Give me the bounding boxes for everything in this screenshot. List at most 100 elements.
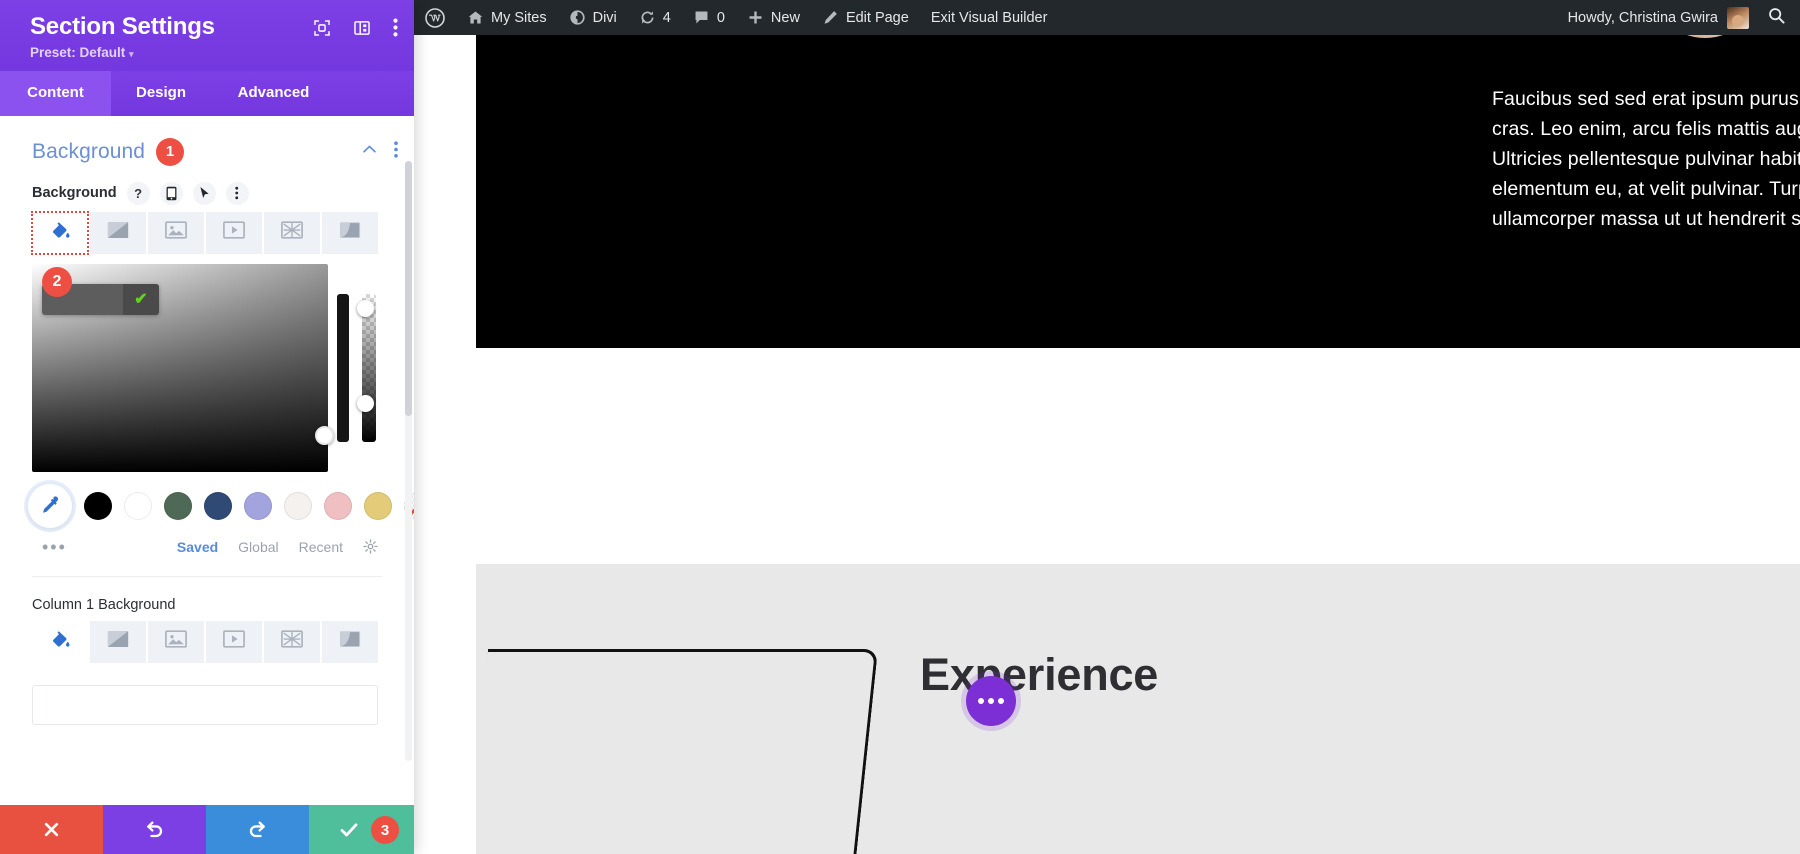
undo-button[interactable] bbox=[103, 805, 206, 854]
comments-icon bbox=[693, 9, 710, 26]
kebab-menu-icon[interactable] bbox=[393, 18, 398, 37]
background-gradient-tab[interactable] bbox=[90, 211, 146, 254]
column-background-video-tab[interactable] bbox=[206, 620, 262, 663]
adminbar-updates-count: 4 bbox=[662, 9, 671, 26]
panel-scrollbar-thumb[interactable] bbox=[405, 160, 412, 416]
color-swatch-row bbox=[0, 472, 414, 528]
column-background-gradient-tab[interactable] bbox=[90, 620, 146, 663]
redo-button[interactable] bbox=[206, 805, 309, 854]
adminbar-howdy[interactable]: Howdy, Christina Gwira bbox=[1567, 6, 1761, 29]
hue-slider[interactable] bbox=[337, 293, 349, 442]
preview-white-section: + bbox=[476, 348, 1800, 777]
tab-content[interactable]: Content bbox=[0, 70, 111, 116]
eyedropper-icon[interactable] bbox=[28, 483, 72, 528]
alpha-slider-handle-bottom[interactable] bbox=[357, 394, 374, 412]
panel-footer-actions: 3 bbox=[0, 805, 414, 854]
column-background-mask-tab[interactable] bbox=[322, 620, 378, 663]
swatch-navy[interactable] bbox=[204, 491, 232, 520]
dot-1 bbox=[978, 698, 984, 704]
background-section-title: Background bbox=[32, 139, 146, 163]
adminbar-updates[interactable]: 4 bbox=[628, 0, 682, 35]
home-icon bbox=[467, 9, 484, 26]
panel-scroll-area: Background 1 Background ? ✔ 2 ••• Saved … bbox=[0, 115, 414, 805]
paint-bucket-icon bbox=[50, 629, 71, 655]
alpha-slider-handle-top[interactable] bbox=[357, 299, 374, 317]
adminbar-my-sites[interactable]: My Sites bbox=[456, 0, 558, 35]
swatch-periwinkle[interactable] bbox=[244, 491, 272, 520]
background-image-tab[interactable] bbox=[148, 211, 204, 254]
panel-header: Section Settings Preset: Default ▾ bbox=[0, 0, 414, 71]
background-video-tab[interactable] bbox=[206, 211, 262, 254]
chevron-down-icon: ▾ bbox=[129, 48, 134, 59]
adminbar-search-button[interactable] bbox=[1761, 6, 1800, 29]
color-picker-canvas: ✔ 2 bbox=[32, 263, 376, 472]
preview-body-paragraph: Faucibus sed sed erat ipsum purus egesta… bbox=[1492, 88, 1800, 230]
background-section-actions bbox=[361, 140, 398, 163]
background-pattern-tab[interactable] bbox=[264, 211, 320, 254]
tab-design[interactable]: Design bbox=[111, 71, 211, 116]
column-background-image-tab[interactable] bbox=[148, 620, 204, 663]
gradient-icon bbox=[107, 630, 129, 653]
module-options-dots-badge[interactable] bbox=[966, 676, 1016, 726]
background-section-header[interactable]: Background 1 bbox=[0, 116, 414, 176]
column-background-color-tab[interactable] bbox=[32, 620, 88, 663]
step-badge-3: 3 bbox=[371, 816, 399, 844]
background-color-tab[interactable] bbox=[31, 210, 89, 255]
swatch-black[interactable] bbox=[84, 491, 112, 520]
adminbar-divi-label: Divi bbox=[592, 9, 617, 26]
divi-logo-icon bbox=[569, 9, 586, 26]
adminbar-divi[interactable]: Divi bbox=[558, 0, 628, 35]
color-palette-tabs-row: ••• Saved Global Recent bbox=[0, 528, 414, 556]
adminbar-exit-vb-label: Exit Visual Builder bbox=[930, 9, 1048, 26]
dot-3 bbox=[998, 698, 1004, 704]
adminbar-exit-visual-builder[interactable]: Exit Visual Builder bbox=[920, 0, 1059, 35]
chevron-up-icon[interactable] bbox=[361, 141, 378, 163]
adminbar-edit-page[interactable]: Edit Page bbox=[811, 0, 920, 35]
avatar bbox=[1727, 6, 1749, 29]
palette-tab-recent[interactable]: Recent bbox=[299, 539, 343, 555]
gradient-icon bbox=[107, 221, 129, 244]
adminbar-my-sites-label: My Sites bbox=[491, 9, 547, 26]
target-focus-icon[interactable] bbox=[313, 19, 331, 37]
background-mask-tab[interactable] bbox=[322, 211, 378, 254]
video-icon bbox=[223, 630, 245, 653]
cancel-button[interactable] bbox=[0, 805, 103, 854]
mobile-icon[interactable] bbox=[159, 181, 183, 205]
adminbar-wordpress-logo[interactable] bbox=[414, 0, 456, 35]
adminbar-new[interactable]: New bbox=[736, 0, 811, 35]
palette-tab-global[interactable]: Global bbox=[238, 539, 278, 555]
adminbar-comments[interactable]: 0 bbox=[682, 0, 736, 35]
swatch-green[interactable] bbox=[164, 491, 192, 520]
layout-columns-icon[interactable] bbox=[353, 19, 371, 37]
more-swatches-button[interactable]: ••• bbox=[42, 538, 67, 556]
panel-tabs: Content Design Advanced bbox=[0, 70, 414, 116]
preview-hero-dark-section: Faucibus sed sed erat ipsum purus egesta… bbox=[476, 0, 1800, 348]
column-background-type-tabs bbox=[0, 620, 414, 663]
pattern-icon bbox=[281, 630, 303, 653]
save-button[interactable]: 3 bbox=[309, 805, 414, 854]
redo-arrow-icon bbox=[249, 821, 265, 838]
step-badge-2: 2 bbox=[42, 266, 72, 297]
column-background-pattern-tab[interactable] bbox=[264, 620, 320, 663]
palette-tab-saved[interactable]: Saved bbox=[177, 539, 218, 555]
cursor-icon[interactable] bbox=[192, 181, 216, 205]
kebab-menu-icon[interactable] bbox=[225, 181, 249, 205]
swatch-white[interactable] bbox=[124, 491, 152, 520]
swatch-offwhite[interactable] bbox=[284, 491, 312, 520]
tab-advanced[interactable]: Advanced bbox=[211, 71, 336, 116]
wordpress-logo-icon bbox=[425, 7, 445, 28]
swatch-gold[interactable] bbox=[364, 491, 392, 520]
help-icon[interactable]: ? bbox=[126, 181, 150, 205]
panel-preset[interactable]: Preset: Default ▾ bbox=[30, 45, 398, 60]
column-background-color-field[interactable] bbox=[32, 684, 378, 725]
step-badge-1: 1 bbox=[156, 137, 185, 166]
close-x-icon bbox=[44, 822, 59, 837]
panel-preset-label: Preset: Default bbox=[30, 44, 126, 60]
adminbar-howdy-label: Howdy, Christina Gwira bbox=[1567, 9, 1718, 26]
swatch-pink[interactable] bbox=[324, 491, 352, 520]
color-picker: ✔ 2 bbox=[0, 254, 414, 472]
kebab-menu-icon[interactable] bbox=[394, 140, 398, 163]
confirm-color-button[interactable]: ✔ bbox=[123, 283, 159, 315]
gear-icon[interactable] bbox=[363, 539, 378, 554]
saturation-cursor-handle[interactable] bbox=[315, 425, 334, 445]
